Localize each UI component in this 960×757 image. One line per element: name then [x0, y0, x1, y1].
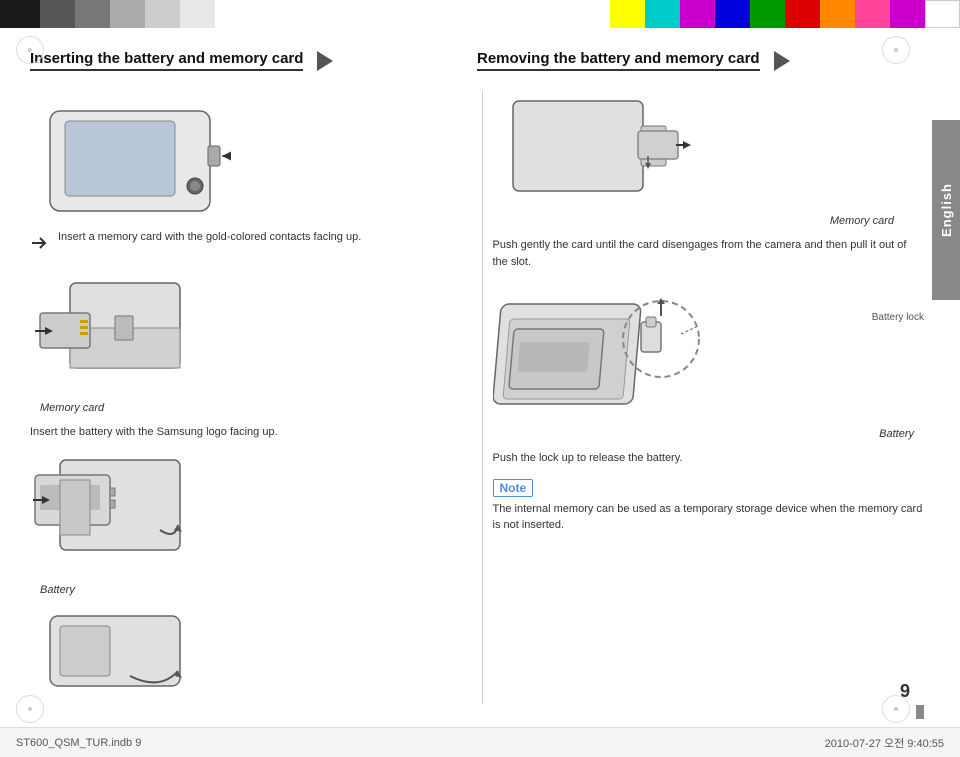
color-block-blue [715, 0, 750, 28]
insert-battery-instruction: Insert the battery with the Samsung logo… [30, 424, 462, 441]
corner-mark-top-left [16, 36, 44, 64]
battery-label-right: Battery [879, 428, 914, 440]
color-block-near-white [180, 0, 215, 28]
camera-closed-diagram [30, 606, 462, 696]
camera-diagram-area [30, 91, 462, 221]
battery-insert-svg [30, 450, 210, 580]
battery-remove-desc: Push the lock up to release the battery. [493, 450, 925, 467]
battery-lock-label: Battery lock [872, 312, 924, 323]
section-headers: Inserting the battery and memory card Re… [30, 50, 924, 71]
language-tab: English [932, 120, 960, 300]
color-block-lighter-gray [145, 0, 180, 28]
instruction-1-block: Insert a memory card with the gold-color… [30, 229, 462, 256]
right-arrow-icon [774, 51, 790, 71]
battery-remove-svg [493, 284, 713, 444]
two-column-layout: Insert a memory card with the gold-color… [30, 91, 924, 704]
left-section-header: Inserting the battery and memory card [30, 50, 477, 71]
color-block-dark-gray [40, 0, 75, 28]
left-column: Insert a memory card with the gold-color… [30, 91, 472, 704]
footer-left: ST600_QSM_TUR.indb 9 [16, 737, 141, 749]
memory-card-insert-svg [30, 268, 210, 398]
camera-top-svg [30, 91, 250, 221]
footer-right: 2010-07-27 오전 9:40:55 [825, 735, 944, 751]
instruction-2-block: Insert the battery with the Samsung logo… [30, 424, 462, 441]
color-block-gray [75, 0, 110, 28]
main-content: Inserting the battery and memory card Re… [30, 35, 924, 722]
language-label: English [939, 183, 954, 237]
right-section-header: Removing the battery and memory card [477, 50, 924, 71]
note-title-row: Note [493, 479, 925, 497]
instruction-arrow-icon [30, 233, 50, 253]
battery-insert-diagram: Battery [30, 450, 462, 598]
memory-card-remove-diagram: Memory card [493, 91, 925, 229]
color-block-white [925, 0, 960, 28]
right-title: Removing the battery and memory card [477, 50, 760, 71]
left-arrow-icon [317, 51, 333, 71]
footer: ST600_QSM_TUR.indb 9 2010-07-27 오전 9:40:… [0, 727, 960, 757]
corner-mark-bottom-right [882, 695, 910, 723]
color-block-black [0, 0, 40, 28]
color-block-pink [855, 0, 890, 28]
note-label: Note [493, 479, 534, 497]
memory-card-label-right: Memory card [830, 215, 894, 227]
memory-card-insert-diagram: Memory card [30, 268, 462, 416]
battery-remove-diagram: Battery lock Battery [493, 284, 925, 442]
color-block-light-gray [110, 0, 145, 28]
left-title: Inserting the battery and memory card [30, 50, 303, 71]
color-block-magenta [680, 0, 715, 28]
battery-label-left: Battery [40, 584, 75, 596]
page-number-bar [916, 705, 924, 719]
color-block-orange [820, 0, 855, 28]
color-block-red [785, 0, 820, 28]
insert-memory-instruction: Insert a memory card with the gold-color… [58, 229, 361, 246]
color-block-green [750, 0, 785, 28]
color-block-cyan [645, 0, 680, 28]
camera-closed-svg [30, 606, 210, 696]
memory-card-remove-svg [493, 91, 693, 211]
color-block-purple [890, 0, 925, 28]
color-block-yellow [610, 0, 645, 28]
memory-card-label-left: Memory card [40, 402, 104, 414]
corner-mark-top-right [882, 36, 910, 64]
color-block-spacer [215, 0, 610, 28]
top-color-bar [0, 0, 960, 28]
memory-card-remove-desc: Push gently the card until the card dise… [493, 237, 925, 270]
note-section: Note The internal memory can be used as … [493, 479, 925, 534]
corner-mark-bottom-left [16, 695, 44, 723]
note-text: The internal memory can be used as a tem… [493, 501, 925, 534]
right-column: Memory card Push gently the card until t… [482, 91, 925, 704]
